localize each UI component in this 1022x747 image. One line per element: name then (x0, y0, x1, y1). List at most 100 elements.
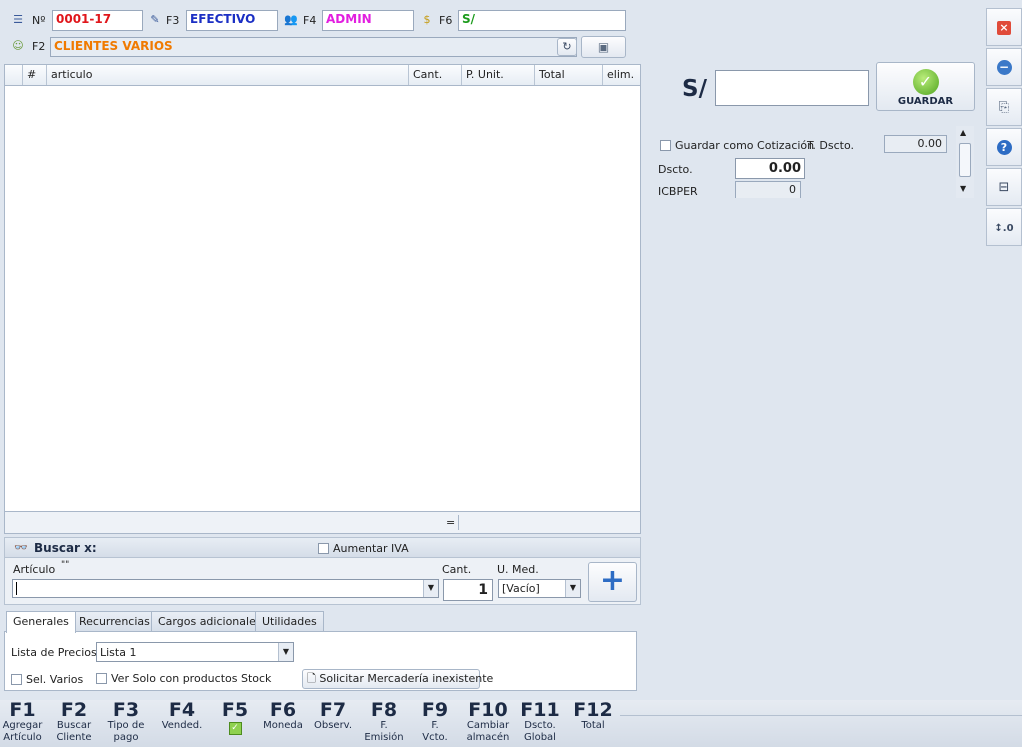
fkey-f10[interactable]: F10 Cambiar almacén (464, 700, 512, 744)
search-title: Buscar x: (34, 541, 97, 555)
currency-field[interactable]: S/ (458, 10, 626, 31)
sel-varios-checkbox[interactable]: Sel. Varios (11, 673, 83, 686)
payment-type-field[interactable]: EFECTIVO (186, 10, 278, 31)
sel-varios-label: Sel. Varios (26, 673, 84, 686)
fkey-f2[interactable]: F2 Buscar Cliente (52, 700, 96, 744)
new-document-icon: 🗋 (307, 672, 316, 685)
fkey-f6[interactable]: F6 Moneda (261, 700, 305, 732)
fkey-f6-key: F6 (269, 699, 297, 721)
icbper-label: ICBPER (658, 185, 698, 198)
discount-scrollbar[interactable]: ▲ ▼ (956, 126, 974, 198)
search-panel-header: 👓 Buscar x: Aumentar IVA (5, 538, 640, 558)
seller-field[interactable]: ADMIN (322, 10, 414, 31)
col-header-total[interactable]: Total (535, 65, 603, 85)
umed-dropdown-button[interactable]: ▼ (565, 580, 580, 597)
guardar-cotizacion-label: Guardar como Cotización (675, 139, 815, 152)
fkey-f11-key: F11 (520, 699, 560, 721)
cant-input[interactable]: 1 (443, 579, 493, 601)
grid-footer: = (5, 511, 640, 533)
t-dscto-field[interactable]: 0.00 (884, 135, 947, 153)
col-header-cant[interactable]: Cant. (409, 65, 462, 85)
tag-icon: ✎ (150, 13, 160, 26)
articulo-search-input[interactable]: ▼ (12, 579, 439, 598)
items-grid[interactable]: # articulo Cant. P. Unit. Total elim. = (4, 64, 641, 534)
lista-precios-select[interactable]: Lista 1 ▼ (96, 642, 294, 662)
lista-dropdown-button[interactable]: ▼ (278, 643, 293, 661)
decimal-icon: ↕.0 (994, 223, 1014, 234)
sel-varios-box[interactable] (11, 674, 22, 685)
fkey-f7-line1: Observ. (313, 720, 352, 731)
articulo-hint: "" (61, 560, 70, 570)
close-button[interactable]: × (986, 8, 1022, 46)
print-button[interactable]: ⊟ (986, 168, 1022, 206)
minimize-button[interactable]: − (986, 48, 1022, 86)
fkey-f3-key: F3 (112, 699, 140, 721)
fkey-f4-line1: Vended. (161, 720, 203, 731)
grid-body[interactable] (5, 86, 640, 511)
scroll-down-icon[interactable]: ▼ (960, 184, 966, 193)
fkey-f8[interactable]: F8 F. Emisión (361, 700, 407, 744)
fkey-f6-line1: Moneda (263, 720, 303, 731)
tab-utilidades[interactable]: Utilidades (255, 611, 324, 632)
client-field[interactable]: CLIENTES VARIOS (50, 37, 577, 57)
col-header-articulo[interactable]: articulo (47, 65, 409, 85)
aumentar-iva-checkbox[interactable]: Aumentar IVA (318, 542, 409, 555)
scroll-thumb[interactable] (959, 143, 971, 177)
function-key-bar: F1 Agregar Artículo F2 Buscar Cliente F3… (0, 700, 1022, 747)
binoculars-icon: 👓 (14, 541, 28, 554)
col-header-punit[interactable]: P. Unit. (462, 65, 535, 85)
client-icon: ☺ (12, 39, 24, 52)
fkey-f9-key: F9 (421, 699, 449, 721)
grid-header: # articulo Cant. P. Unit. Total elim. (5, 65, 640, 86)
fkey-f8-line1: F. (380, 720, 388, 731)
tab-recurrencias[interactable]: Recurrencias (72, 611, 157, 632)
fkey-f5[interactable]: F5 ✓ (211, 700, 259, 735)
fkey-f10-key: F10 (468, 699, 508, 721)
decimal-button[interactable]: ↕.0 (986, 208, 1022, 246)
tab-generales[interactable]: Generales (6, 611, 76, 633)
document-number-field[interactable]: 0001-17 (52, 10, 143, 31)
fkey-f2-line1: Buscar (56, 720, 92, 731)
fkey-f11[interactable]: F11 Dscto. Global (517, 700, 563, 744)
total-input[interactable] (715, 70, 869, 106)
ver-solo-stock-box[interactable] (96, 673, 107, 684)
guardar-cotizacion-checkbox[interactable]: Guardar como Cotización (660, 139, 814, 152)
fkey-f12-key: F12 (573, 699, 613, 721)
add-item-button[interactable]: + (588, 562, 637, 602)
add-client-icon: ▣ (597, 40, 610, 54)
umed-select[interactable]: [Vacío] ▼ (498, 579, 581, 598)
articulo-dropdown-button[interactable]: ▼ (423, 580, 438, 597)
fkey-f4-key: F4 (168, 699, 196, 721)
close-icon: × (997, 21, 1011, 35)
fkey-f12-line1: Total (581, 720, 605, 731)
chevron-down-icon: ▼ (282, 647, 290, 656)
scroll-up-icon[interactable]: ▲ (960, 128, 966, 137)
articulo-label: Artículo (13, 563, 56, 576)
fkey-f7[interactable]: F7 Observ. (310, 700, 356, 732)
col-header-number[interactable]: # (23, 65, 47, 85)
dscto-input[interactable]: 0.00 (735, 158, 805, 179)
lista-precios-label: Lista de Precios (11, 646, 97, 659)
help-button[interactable]: ? (986, 128, 1022, 166)
client-add-button[interactable]: ▣ (581, 36, 626, 58)
fkey-f3[interactable]: F3 Tipo de pago (103, 700, 149, 744)
copy-button[interactable]: ⎘ (986, 88, 1022, 126)
icbper-field[interactable]: 0 (735, 181, 801, 198)
ver-solo-stock-checkbox[interactable]: Ver Solo con productos Stock (96, 672, 271, 685)
fkey-f9-line1: F. (431, 720, 439, 731)
t-dscto-label: T. Dscto. (807, 139, 855, 152)
col-header-elim[interactable]: elim. (603, 65, 641, 85)
solicitar-mercaderia-button[interactable]: 🗋 Solicitar Mercadería inexistente (302, 669, 493, 689)
fkey-f12[interactable]: F12 Total (568, 700, 618, 732)
guardar-cotizacion-box[interactable] (660, 140, 671, 151)
fkey-f9[interactable]: F9 F. Vcto. (413, 700, 457, 744)
tab-cargos-adicionales[interactable]: Cargos adicionales (151, 611, 269, 632)
generales-panel: Lista de Precios Lista 1 ▼ Sel. Varios V… (4, 631, 637, 691)
fkey-f4[interactable]: F4 Vended. (157, 700, 207, 732)
fkey-f1[interactable]: F1 Agregar Artículo (0, 700, 45, 744)
client-history-button[interactable]: ↻ (557, 38, 577, 56)
aumentar-iva-box[interactable] (318, 543, 329, 554)
guardar-button[interactable]: ✓ GUARDAR (876, 62, 975, 111)
history-icon: ↻ (562, 40, 572, 53)
fkey-f1-key: F1 (9, 699, 36, 721)
